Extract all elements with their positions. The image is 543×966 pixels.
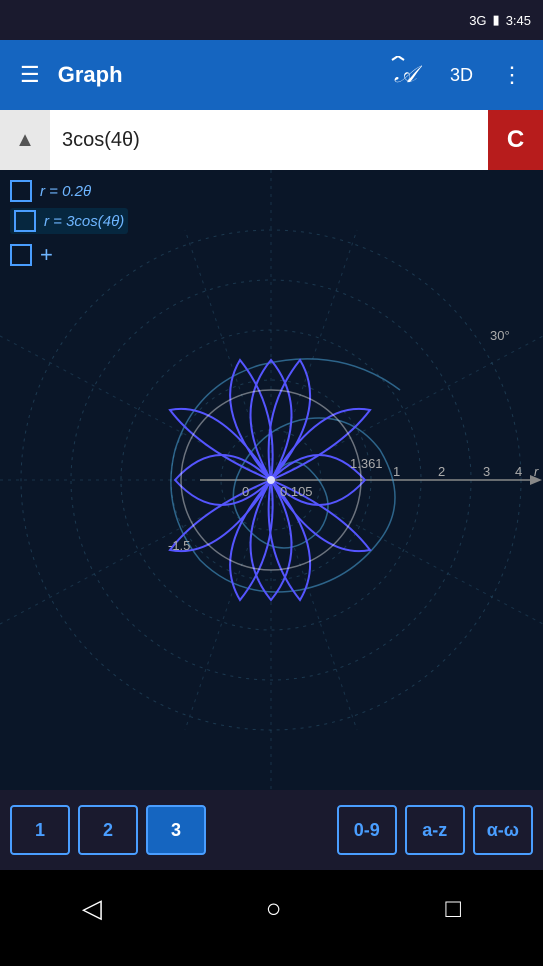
graph-area[interactable]: 1 2 3 4 r 0 0.105 1.361 -1.5 30° r = 0.2… xyxy=(0,170,543,790)
status-icons: 3G ▮ 3:45 xyxy=(469,12,531,28)
svg-text:2: 2 xyxy=(438,464,445,479)
svg-text:0.105: 0.105 xyxy=(280,484,313,499)
kb-btn-2[interactable]: 2 xyxy=(78,805,138,855)
battery-icon: ▮ xyxy=(493,12,500,28)
equation-list: r = 0.2θ r = 3cos(4θ) + xyxy=(10,180,128,268)
equation-item-2: r = 3cos(4θ) xyxy=(10,208,128,234)
kb-btn-az[interactable]: a-z xyxy=(405,805,465,855)
svg-text:-1.5: -1.5 xyxy=(168,538,190,553)
add-eq-checkbox[interactable] xyxy=(10,244,32,266)
time-display: 3:45 xyxy=(506,13,531,28)
android-nav-bar: ◁ ○ □ xyxy=(0,870,543,946)
eq2-checkbox[interactable] xyxy=(14,210,36,232)
equation-input[interactable] xyxy=(50,110,488,170)
kb-btn-aw[interactable]: α-ω xyxy=(473,805,533,855)
svg-text:1.361: 1.361 xyxy=(350,456,383,471)
kb-btn-3[interactable]: 3 xyxy=(146,805,206,855)
clear-button[interactable]: C xyxy=(488,110,543,170)
more-options-icon[interactable]: ⋮ xyxy=(493,54,531,96)
svg-text:3: 3 xyxy=(483,464,490,479)
collapse-icon: ▲ xyxy=(15,129,35,152)
svg-text:4: 4 xyxy=(515,464,522,479)
graph-type-icon[interactable]: 𝒜 xyxy=(382,48,430,102)
svg-text:r: r xyxy=(534,464,539,479)
eq1-checkbox[interactable] xyxy=(10,180,32,202)
eq2-text: r = 3cos(4θ) xyxy=(44,213,124,230)
add-equation-icon[interactable]: + xyxy=(40,242,53,268)
nav-bar: ☰ Graph 𝒜 3D ⋮ xyxy=(0,40,543,110)
eq1-text: r = 0.2θ xyxy=(40,183,91,200)
bottom-bar: 1 2 3 0-9 a-z α-ω xyxy=(0,790,543,870)
svg-text:0: 0 xyxy=(242,484,249,499)
clear-label: C xyxy=(507,126,524,154)
menu-icon[interactable]: ☰ xyxy=(12,54,48,96)
page-title: Graph xyxy=(58,62,372,88)
add-equation-row: + xyxy=(10,242,128,268)
svg-text:30°: 30° xyxy=(490,328,510,343)
svg-text:1: 1 xyxy=(393,464,400,479)
svg-text:𝒜: 𝒜 xyxy=(394,62,422,88)
kb-btn-1[interactable]: 1 xyxy=(10,805,70,855)
collapse-button[interactable]: ▲ xyxy=(0,110,50,170)
home-button[interactable]: ○ xyxy=(266,893,282,924)
back-button[interactable]: ◁ xyxy=(82,893,102,924)
input-bar: ▲ C xyxy=(0,110,543,170)
signal-icon: 3G xyxy=(469,13,486,28)
kb-btn-09[interactable]: 0-9 xyxy=(337,805,397,855)
status-bar: 3G ▮ 3:45 xyxy=(0,0,543,40)
equation-item-1: r = 0.2θ xyxy=(10,180,128,202)
recents-button[interactable]: □ xyxy=(445,893,461,924)
3d-button[interactable]: 3D xyxy=(440,57,483,94)
